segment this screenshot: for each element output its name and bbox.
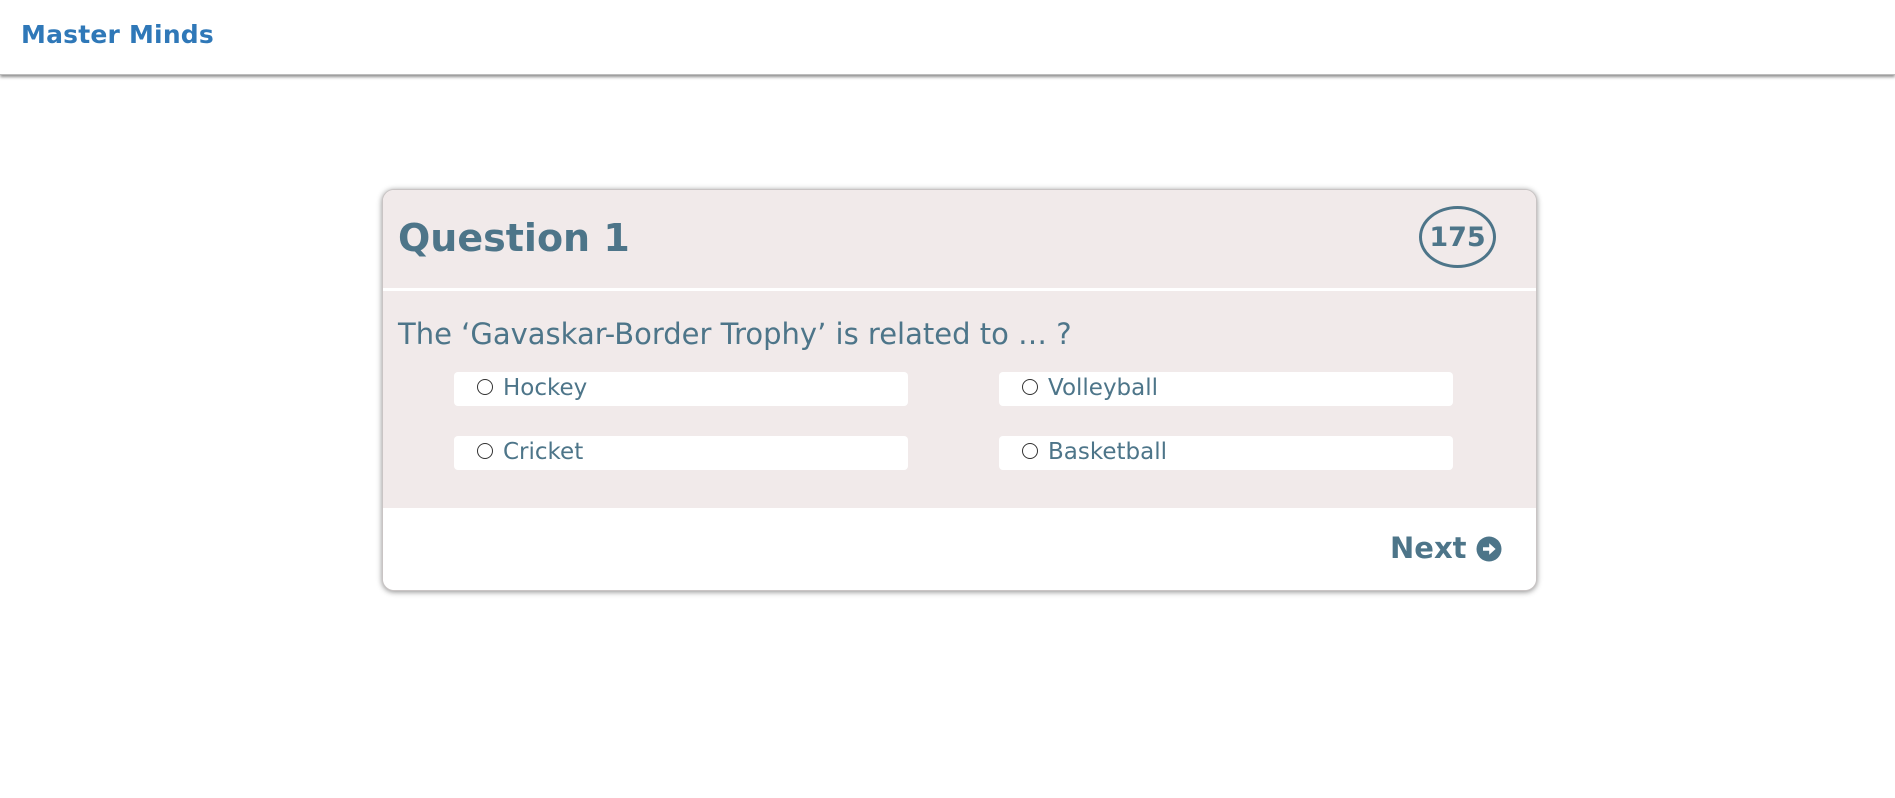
question-title: Question 1 (398, 216, 630, 260)
option-basketball[interactable]: Basketball (999, 436, 1453, 470)
question-text: The ‘Gavaskar-Border Trophy’ is related … (398, 317, 1072, 351)
top-navbar: Master Minds (0, 0, 1895, 75)
next-label: Next (1390, 531, 1467, 565)
arrow-circle-right-icon (1476, 535, 1502, 562)
radio-button[interactable] (477, 443, 493, 459)
radio-button[interactable] (1022, 443, 1038, 459)
option-label: Hockey (503, 375, 588, 401)
option-cricket[interactable]: Cricket (454, 436, 908, 470)
option-hockey[interactable]: Hockey (454, 372, 908, 406)
card-header: Question 1 175 (383, 190, 1536, 291)
card-body: The ‘Gavaskar-Border Trophy’ is related … (383, 291, 1536, 508)
option-label: Cricket (503, 439, 584, 465)
brand-link[interactable]: Master Minds (21, 20, 214, 49)
countdown-timer: 175 (1419, 206, 1496, 268)
next-button[interactable]: Next (1390, 528, 1502, 568)
radio-button[interactable] (477, 379, 493, 395)
radio-button[interactable] (1022, 379, 1038, 395)
card-footer: Next (383, 508, 1536, 590)
option-volleyball[interactable]: Volleyball (999, 372, 1453, 406)
option-label: Volleyball (1048, 375, 1159, 401)
option-label: Basketball (1048, 439, 1167, 465)
question-card: Question 1 175 The ‘Gavaskar-Border Trop… (382, 189, 1537, 591)
